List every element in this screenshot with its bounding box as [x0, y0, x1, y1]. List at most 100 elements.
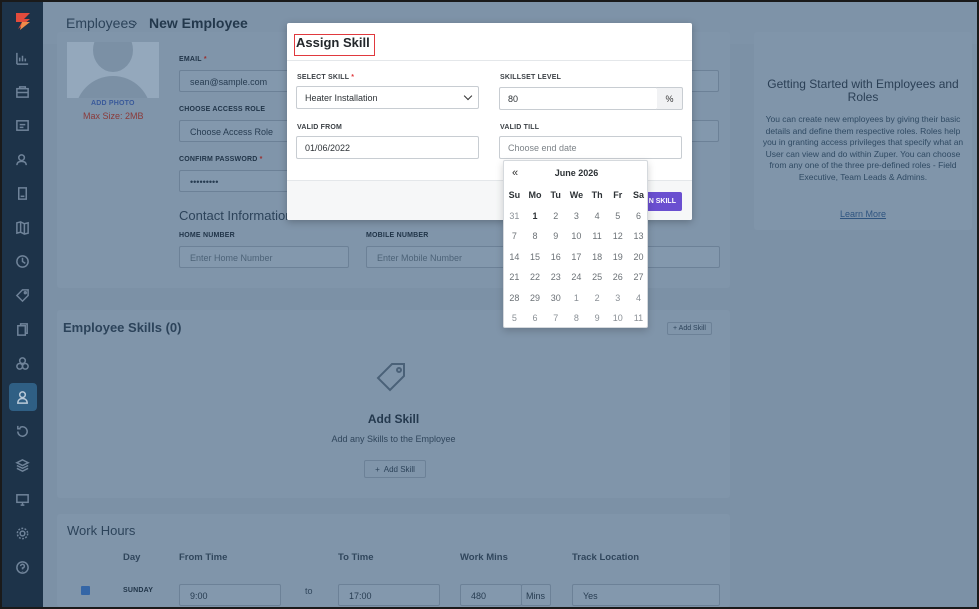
track-location-select[interactable]: Yes	[572, 584, 720, 606]
monitor-icon[interactable]	[14, 491, 31, 508]
datepicker-month-title[interactable]: June 2026	[504, 168, 649, 178]
learn-more-link[interactable]: Learn More	[762, 209, 964, 219]
day-cell[interactable]: 7	[545, 313, 566, 323]
day-cell[interactable]: 3	[607, 293, 628, 303]
day-cell[interactable]: 8	[525, 231, 546, 241]
col-from-time: From Time	[179, 552, 228, 563]
settings-gear-icon[interactable]	[14, 525, 31, 542]
day-cell[interactable]: 7	[504, 231, 525, 241]
day-cell[interactable]: 10	[566, 231, 587, 241]
getting-started-card: Getting Started with Employees and Roles…	[754, 32, 972, 230]
day-cell[interactable]: 5	[504, 313, 525, 323]
assets-icon[interactable]	[14, 185, 31, 202]
day-cell[interactable]: 17	[566, 252, 587, 262]
home-number-input[interactable]: Enter Home Number	[179, 246, 349, 268]
tag-icon[interactable]	[14, 287, 31, 304]
day-cell[interactable]: 24	[566, 272, 587, 282]
weekday-header: Sa	[632, 190, 644, 201]
day-cell[interactable]: 2	[545, 211, 566, 221]
day-cell[interactable]: 14	[504, 252, 525, 262]
day-cell[interactable]: 6	[525, 313, 546, 323]
day-cell[interactable]: 1	[566, 293, 587, 303]
day-cell[interactable]: 15	[525, 252, 546, 262]
day-cell[interactable]: 16	[545, 252, 566, 262]
day-cell[interactable]: 20	[628, 252, 649, 262]
day-cell[interactable]: 4	[628, 293, 649, 303]
sunday-checkbox[interactable]	[81, 586, 90, 595]
day-cell[interactable]: 26	[607, 272, 628, 282]
getting-started-body: You can create new employees by giving t…	[762, 114, 964, 182]
add-skill-empty-button[interactable]: + Add Skill	[364, 460, 426, 478]
day-cell[interactable]: 28	[504, 293, 525, 303]
tag-empty-icon	[376, 363, 405, 392]
select-skill-dropdown[interactable]: Heater Installation	[296, 86, 479, 109]
getting-started-title: Getting Started with Employees and Roles	[767, 77, 959, 104]
invoice-icon[interactable]	[14, 117, 31, 134]
avatar-placeholder[interactable]	[67, 42, 159, 98]
day-cell[interactable]: 5	[607, 211, 628, 221]
day-cell[interactable]: 25	[587, 272, 608, 282]
day-cell[interactable]: 6	[628, 211, 649, 221]
add-photo-link[interactable]: ADD PHOTO	[91, 100, 135, 107]
breadcrumb-employees[interactable]: Employees	[66, 15, 135, 31]
employee-skills-card: Employee Skills (0) + Add Skill Add Skil…	[57, 310, 730, 498]
day-cell[interactable]: 10	[607, 313, 628, 323]
day-cell[interactable]: 23	[545, 272, 566, 282]
day-cell[interactable]: 27	[628, 272, 649, 282]
select-skill-value: Heater Installation	[305, 93, 378, 103]
day-cell[interactable]: 8	[566, 313, 587, 323]
day-cell[interactable]: 18	[587, 252, 608, 262]
day-cell[interactable]: 9	[545, 231, 566, 241]
col-track-location: Track Location	[572, 552, 640, 563]
integrations-icon[interactable]	[14, 355, 31, 372]
modal-title: Assign Skill	[296, 35, 370, 50]
day-cell[interactable]: 22	[525, 272, 546, 282]
weekday-header: Th	[591, 190, 603, 201]
day-cell[interactable]: 19	[607, 252, 628, 262]
from-time-input[interactable]: 9:00	[179, 584, 281, 606]
col-to-time: To Time	[338, 552, 374, 563]
day-cell[interactable]: 12	[607, 231, 628, 241]
home-number-label: HOME NUMBER	[179, 232, 235, 239]
select-skill-label: SELECT SKILL *	[297, 74, 355, 81]
datepicker-week-row: 21 22 23 24 25 26 27	[504, 267, 649, 288]
skillset-level-input[interactable]: 80	[499, 87, 658, 110]
day-cell[interactable]: 30	[545, 293, 566, 303]
map-icon[interactable]	[14, 219, 31, 236]
datepicker-week-row: 14 15 16 17 18 19 20	[504, 247, 649, 268]
confirm-password-label: CONFIRM PASSWORD *	[179, 156, 263, 163]
day-cell[interactable]: 13	[628, 231, 649, 241]
valid-from-input[interactable]: 01/06/2022	[296, 136, 479, 159]
day-cell[interactable]: 11	[587, 231, 608, 241]
day-cell[interactable]: 11	[628, 313, 649, 323]
modal-header-divider	[287, 60, 692, 61]
weekday-header: Mo	[528, 190, 542, 201]
day-cell[interactable]: 21	[504, 272, 525, 282]
jobs-icon[interactable]	[14, 83, 31, 100]
valid-till-input[interactable]: Choose end date	[499, 136, 682, 159]
breadcrumb-separator: ›	[133, 15, 138, 30]
day-cell[interactable]: 2	[587, 293, 608, 303]
customers-icon[interactable]	[14, 151, 31, 168]
add-skill-top-button[interactable]: + Add Skill	[667, 322, 712, 335]
work-mins-input[interactable]: 480	[460, 584, 522, 606]
day-cell[interactable]: 3	[566, 211, 587, 221]
dashboard-icon[interactable]	[14, 50, 31, 67]
to-time-input[interactable]: 17:00	[338, 584, 440, 606]
day-cell[interactable]: 1	[525, 211, 546, 221]
documents-icon[interactable]	[14, 321, 31, 338]
chevron-down-icon	[463, 91, 473, 101]
zuper-logo-icon[interactable]	[12, 10, 34, 32]
mobile-number-label: MOBILE NUMBER	[366, 232, 429, 239]
layers-icon[interactable]	[14, 457, 31, 474]
valid-from-label: VALID FROM	[297, 124, 343, 131]
weekday-header: Su	[508, 190, 521, 201]
history-icon[interactable]	[14, 423, 31, 440]
day-cell[interactable]: 4	[587, 211, 608, 221]
day-cell[interactable]: 9	[587, 313, 608, 323]
employees-icon[interactable]	[14, 389, 31, 406]
help-icon[interactable]	[14, 559, 31, 576]
timesheet-icon[interactable]	[14, 253, 31, 270]
day-cell[interactable]: 31	[504, 211, 525, 221]
day-cell[interactable]: 29	[525, 293, 546, 303]
